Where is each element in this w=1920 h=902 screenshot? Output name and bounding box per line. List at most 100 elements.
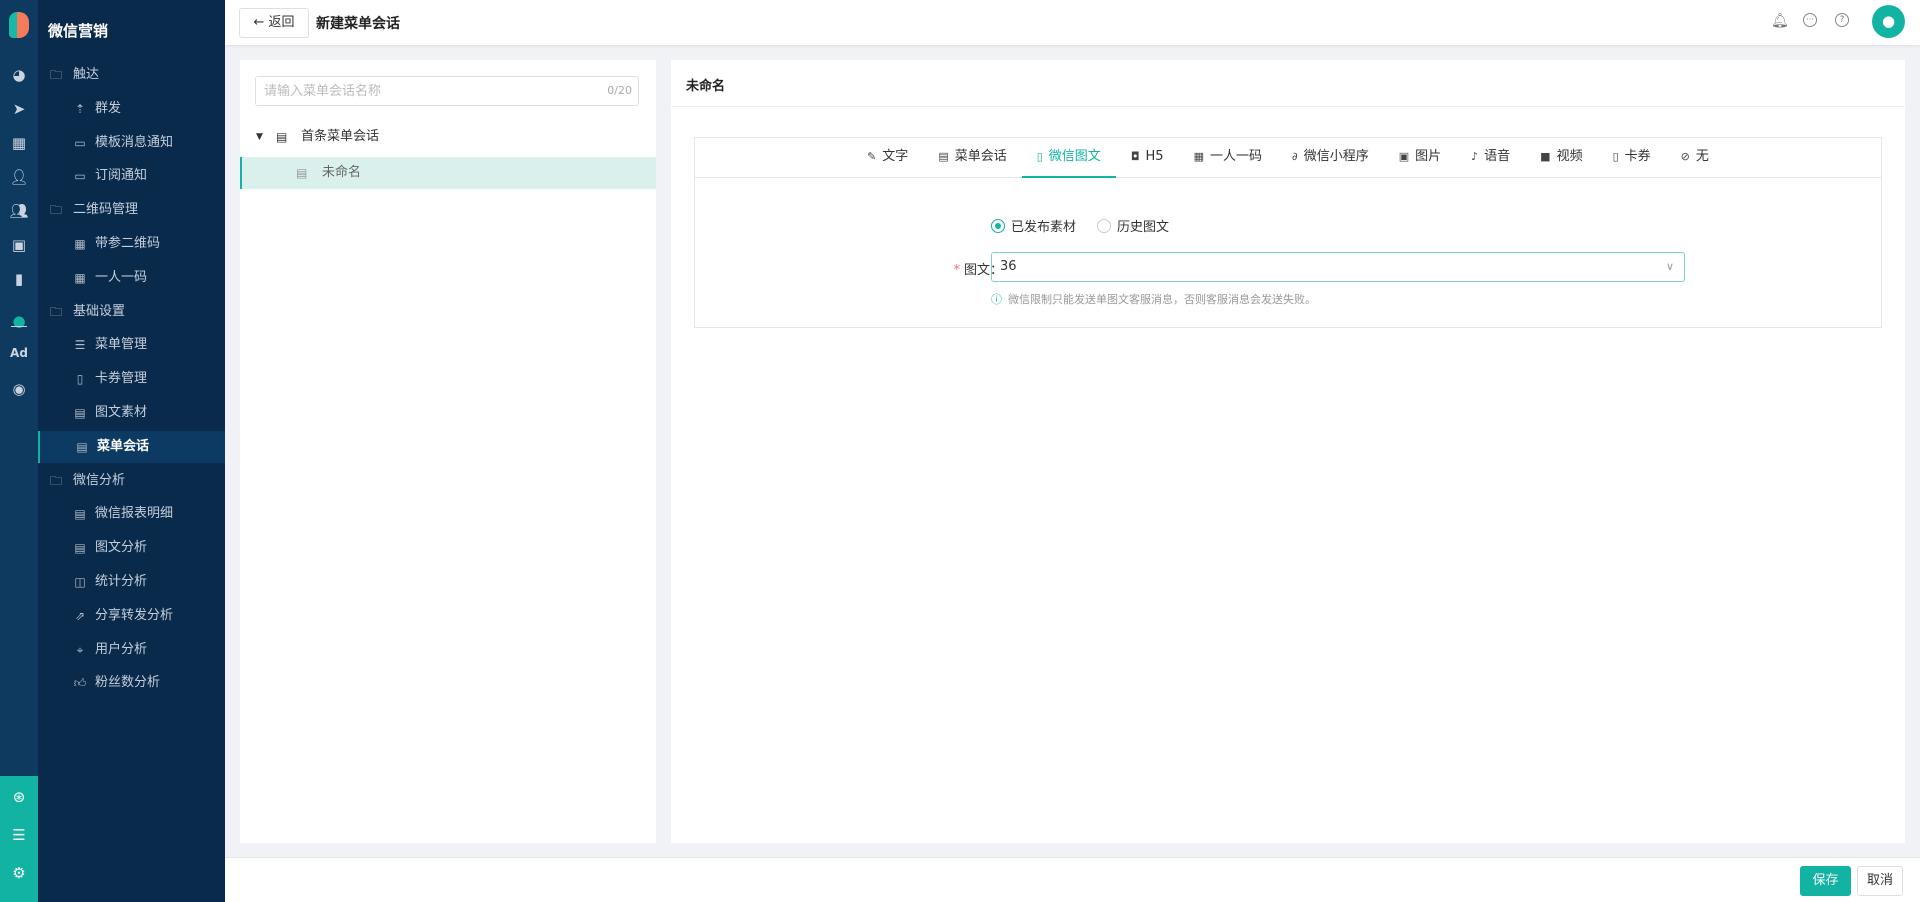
server-icon[interactable]: ☰ <box>0 826 38 844</box>
bell-icon[interactable]: 🔔︎ <box>1771 13 1789 29</box>
qrcode-icon: ▦ <box>74 270 86 285</box>
tab-label: 视频 <box>1556 149 1583 164</box>
sidebar-item-6[interactable]: ▦ 一人一码 <box>38 262 225 294</box>
layout-icon[interactable]: ▦ <box>0 134 38 152</box>
sidebar-item-4[interactable]: 🗀︎ 二维码管理 <box>38 194 225 226</box>
sidebar-item-label: 带参二维码 <box>95 236 161 251</box>
session-name-input[interactable] <box>256 77 576 105</box>
sidebar-item-label: 基础设置 <box>73 303 126 319</box>
sidebar-item-18[interactable]: 👍︎ 粉丝数分析 <box>38 667 225 699</box>
ban-icon: ⊘ <box>1680 150 1690 163</box>
app-title: 微信营销 <box>48 22 109 40</box>
chat-icon: ▤ <box>76 439 88 454</box>
sidebar-item-1[interactable]: ⇡ 群发 <box>38 93 225 125</box>
sidebar-item-9[interactable]: ▯ 卡券管理 <box>38 363 225 395</box>
ad-icon[interactable]: Ad <box>0 346 38 360</box>
network-icon[interactable]: ⊛ <box>0 788 38 806</box>
tab-2[interactable]: ▯ 微信图文 <box>1021 138 1116 178</box>
save-button[interactable]: 保存 <box>1800 866 1851 896</box>
sidebar-item-label: 触达 <box>73 67 100 82</box>
broadcast-icon: ⇡ <box>74 101 86 116</box>
divider <box>671 106 1905 107</box>
char-count: 0/20 <box>607 84 632 97</box>
radio-published[interactable]: 已发布素材 <box>991 216 1076 235</box>
tab-3[interactable]: ◘ H5 <box>1116 138 1179 178</box>
document-icon: ▯ <box>1036 150 1043 163</box>
divider <box>11 326 27 327</box>
tab-9[interactable]: ▯ 卡券 <box>1598 138 1666 178</box>
sidebar-item-label: 菜单会话 <box>97 438 150 454</box>
caret-down-icon[interactable]: ▼ <box>256 121 263 153</box>
radio-unchecked-icon <box>1097 218 1111 233</box>
logo <box>9 12 29 38</box>
sidebar-item-10[interactable]: ▤ 图文素材 <box>38 397 225 429</box>
sidebar-item-8[interactable]: ☰ 菜单管理 <box>38 329 225 361</box>
send-icon[interactable]: ➤ <box>0 100 38 118</box>
strip-bottom: ⊛ ☰ ⚙ <box>0 776 38 902</box>
icon-strip: ◕ ➤ ▦ 👤︎ 👥︎ ▣ ▮ ● Ad ◉ ⊛ ☰ ⚙ <box>0 0 38 902</box>
video-icon: ■ <box>1540 150 1551 163</box>
radio-history[interactable]: 历史图文 <box>1097 216 1169 235</box>
sidebar-item-label: 模板消息通知 <box>95 134 174 150</box>
tab-0[interactable]: ✎ 文字 <box>852 138 923 178</box>
coupon-icon: ▯ <box>76 372 84 387</box>
sidebar-item-3[interactable]: ▭ 订阅通知 <box>38 160 225 192</box>
sidebar-item-15[interactable]: ◫ 统计分析 <box>38 566 225 598</box>
tab-10[interactable]: ⊘ 无 <box>1666 138 1724 178</box>
sidebar-item-14[interactable]: ▤ 图文分析 <box>38 532 225 564</box>
avatar[interactable]: ● <box>1872 5 1905 38</box>
sidebar-item-label: 菜单管理 <box>95 337 148 353</box>
user-icon[interactable]: 👤︎ <box>0 168 38 186</box>
bookmark-icon[interactable]: ▣ <box>0 236 38 254</box>
play-circle-icon[interactable]: ◉ <box>0 380 38 398</box>
users-icon[interactable]: 👥︎ <box>0 202 38 220</box>
back-button[interactable]: ← 返回 <box>239 8 309 38</box>
sidebar-item-label: 订阅通知 <box>95 168 148 184</box>
sidebar-item-0[interactable]: 🗀︎ 触达 <box>38 59 225 91</box>
tab-label: 微信图文 <box>1048 149 1101 164</box>
image-icon: ▣ <box>1398 150 1410 163</box>
tab-7[interactable]: ♪ 语音 <box>1456 138 1525 178</box>
sidebar-item-7[interactable]: 🗀︎ 基础设置 <box>38 296 225 328</box>
sidebar-item-13[interactable]: ▤ 微信报表明细 <box>38 498 225 530</box>
tab-6[interactable]: ▣ 图片 <box>1384 138 1456 178</box>
message-icon[interactable]: ··· <box>1803 13 1817 27</box>
tree-root[interactable]: ▼ ▤ 首条菜单会话 <box>240 121 656 153</box>
sidebar-item-2[interactable]: ▭ 模板消息通知 <box>38 127 225 159</box>
sidebar-item-label: 一人一码 <box>95 269 148 285</box>
chat-icon: ▤ <box>276 130 288 144</box>
tab-label: H5 <box>1145 149 1164 164</box>
tab-label: 语音 <box>1484 149 1511 164</box>
tab-4[interactable]: ▦ 一人一码 <box>1179 138 1277 178</box>
tab-5[interactable]: ∂ 微信小程序 <box>1277 138 1384 178</box>
tab-label: 菜单会话 <box>954 149 1007 164</box>
select-value: 36 <box>1000 259 1017 274</box>
chat-icon: ▤ <box>296 166 308 180</box>
help-icon[interactable]: ? <box>1835 13 1849 27</box>
sidebar-item-5[interactable]: ▦ 带参二维码 <box>38 228 225 260</box>
sidebar-item-17[interactable]: ⌖ 用户分析 <box>38 634 225 666</box>
tab-1[interactable]: ▤ 菜单会话 <box>923 138 1021 178</box>
wechat-icon[interactable]: ● <box>0 312 38 330</box>
sidebar-item-11[interactable]: ▤ 菜单会话 <box>38 430 225 463</box>
cancel-button[interactable]: 取消 <box>1857 866 1903 896</box>
sidebar-item-label: 二维码管理 <box>73 202 139 218</box>
user-scan-icon: ⌖ <box>76 642 84 657</box>
coupon-icon: ▯ <box>1612 150 1619 163</box>
tab-label: 微信小程序 <box>1303 149 1369 164</box>
tree-child[interactable]: ▤ 未命名 <box>240 157 656 189</box>
chevron-down-icon: ∨ <box>1665 260 1674 273</box>
sidebar-item-12[interactable]: 🗀︎ 微信分析 <box>38 465 225 497</box>
arrow-left-icon: ← <box>253 15 265 30</box>
tab-label: 文字 <box>882 149 909 164</box>
sidebar-item-16[interactable]: ⇗ 分享转发分析 <box>38 600 225 632</box>
gear-icon[interactable]: ⚙ <box>0 864 38 882</box>
article-select[interactable]: 36 ∨ <box>991 252 1685 282</box>
folder-icon: 🗀︎ <box>49 203 62 218</box>
thumbs-up-icon: 👍︎ <box>73 676 87 691</box>
chart-icon[interactable]: ▮ <box>0 270 38 288</box>
qrcode-icon: ▦ <box>74 237 86 251</box>
sidebar-item-label: 群发 <box>95 100 122 116</box>
dashboard-icon[interactable]: ◕ <box>0 66 38 84</box>
tab-8[interactable]: ■ 视频 <box>1525 138 1597 178</box>
